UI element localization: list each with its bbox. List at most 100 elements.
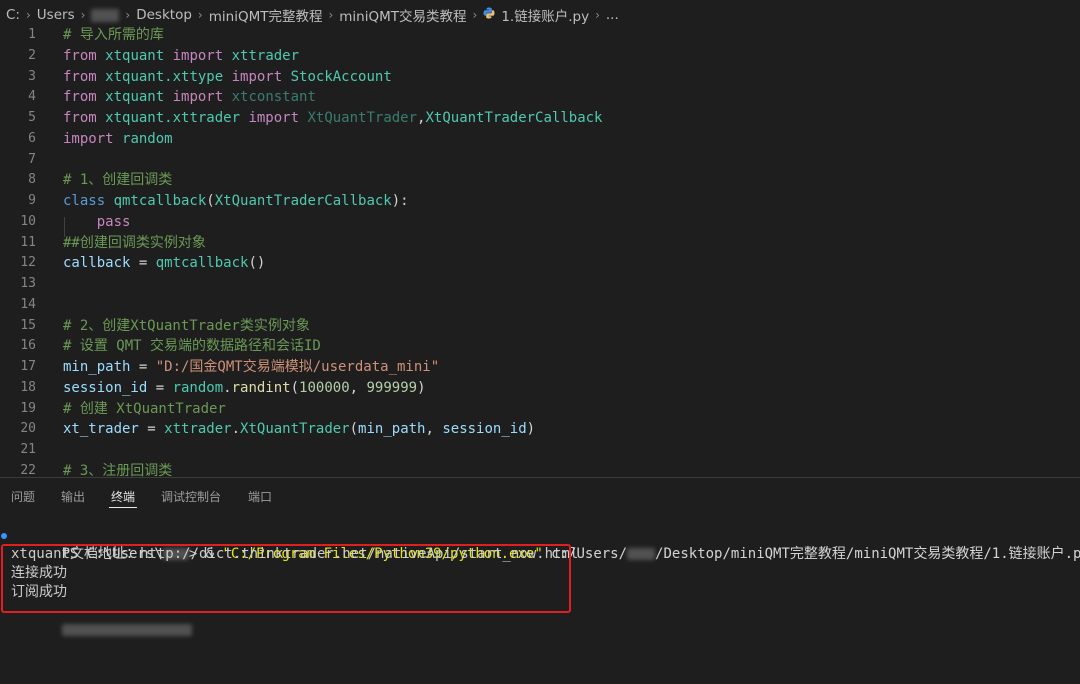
line-number: 9 bbox=[28, 193, 36, 208]
panel-tabs: 问题 输出 终端 调试控制台 端口 bbox=[0, 478, 1080, 512]
code-text: # 设置 QMT 交易端的数据路径和会话ID bbox=[63, 336, 321, 357]
code-line: 15 # 2、创建XtQuantTrader类实例对象 bbox=[0, 316, 1080, 337]
code-token: . bbox=[223, 379, 232, 396]
code-token: import bbox=[172, 89, 232, 106]
chevron-right-icon: › bbox=[472, 8, 478, 22]
code-line: 8 # 1、创建回调类 bbox=[0, 170, 1080, 191]
line-number: 12 bbox=[20, 255, 36, 271]
code-token: from bbox=[63, 89, 106, 106]
tab-output[interactable]: 输出 bbox=[61, 488, 85, 505]
breadcrumb-users[interactable]: Users bbox=[37, 7, 75, 23]
code-text: xt_trader = xttrader.XtQuantTrader(min_p… bbox=[63, 419, 535, 440]
code-token: import bbox=[172, 47, 232, 64]
code-line: 20 xt_trader = xttrader.XtQuantTrader(min… bbox=[0, 419, 1080, 440]
code-token: class bbox=[63, 193, 114, 209]
code-token: # 3、注册回调类 bbox=[63, 462, 173, 477]
line-number: 4 bbox=[28, 89, 36, 105]
code-line: 3 from xtquant.xttype import StockAccount bbox=[0, 67, 1080, 88]
line-number: 2 bbox=[28, 47, 36, 63]
code-editor[interactable]: 1 # 导入所需的库 2 from xtquant import xttrader 3 f… bbox=[0, 25, 1080, 477]
line-number: 20 bbox=[20, 421, 36, 437]
code-text: min_path = "D:/国金QMT交易端模拟/userdata_mini" bbox=[63, 357, 439, 378]
code-line: 4 from xtquant import xtconstant bbox=[0, 87, 1080, 108]
code-token: import bbox=[63, 130, 123, 147]
code-line: 17 min_path = "D:/国金QMT交易端模拟/userdata_min… bbox=[0, 357, 1080, 378]
breadcrumb-drive[interactable]: C: bbox=[6, 7, 20, 23]
code-token: from bbox=[63, 68, 106, 85]
code-token: ##创建回调类实例对象 bbox=[63, 234, 206, 251]
line-number: 18 bbox=[20, 379, 36, 395]
code-token: ) bbox=[526, 421, 536, 438]
code-line: 1 # 导入所需的库 bbox=[0, 25, 1080, 46]
code-token: qmtcallback bbox=[113, 193, 207, 209]
code-text: from xtquant import xtconstant bbox=[63, 87, 316, 108]
redacted-prompt bbox=[61, 624, 192, 636]
line-number: 15 bbox=[20, 317, 36, 333]
code-text: from xtquant.xttype import StockAccount bbox=[63, 67, 392, 88]
code-token: = bbox=[138, 359, 156, 375]
breadcrumb-folder-tutorial[interactable]: miniQMT完整教程 bbox=[209, 5, 323, 25]
breadcrumb-desktop[interactable]: Desktop bbox=[136, 7, 192, 23]
line-number: 11 bbox=[20, 234, 36, 250]
code-token: ): bbox=[391, 193, 409, 209]
code-text: callback = qmtcallback() bbox=[63, 253, 265, 274]
code-token: pass bbox=[63, 213, 131, 230]
code-token: qmtcallback bbox=[155, 255, 249, 272]
code-line: 2 from xtquant import xttrader bbox=[0, 46, 1080, 67]
code-token: ) bbox=[417, 379, 426, 396]
python-file-icon bbox=[483, 7, 495, 23]
tab-problems[interactable]: 问题 bbox=[11, 488, 35, 505]
breadcrumb-symbol[interactable]: ... bbox=[606, 7, 619, 23]
tab-ports[interactable]: 端口 bbox=[248, 488, 272, 505]
code-token: import bbox=[231, 68, 291, 85]
code-line: 22 # 3、注册回调类 bbox=[0, 461, 1080, 477]
code-line: 9 class qmtcallback(XtQuantTraderCallback… bbox=[0, 191, 1080, 212]
code-token: xttrader bbox=[231, 47, 300, 64]
tab-debug-console[interactable]: 调试控制台 bbox=[161, 488, 221, 505]
breadcrumb-file[interactable]: 1.链接账户.py bbox=[501, 5, 589, 25]
code-line: 5 from xtquant.xttrader import XtQuantTra… bbox=[0, 108, 1080, 129]
code-line: 11 ##创建回调类实例对象 bbox=[0, 233, 1080, 254]
code-token: min_path bbox=[63, 359, 139, 375]
code-token: randint bbox=[231, 379, 291, 396]
breadcrumb-folder-trading[interactable]: miniQMT交易类教程 bbox=[339, 5, 466, 25]
code-token: # 导入所需的库 bbox=[63, 27, 164, 43]
code-token: xt_trader bbox=[63, 421, 148, 438]
code-text: pass bbox=[63, 212, 131, 233]
tab-terminal[interactable]: 终端 bbox=[111, 488, 135, 505]
code-text: class qmtcallback(XtQuantTraderCallback)… bbox=[63, 191, 409, 212]
line-number: 13 bbox=[20, 276, 36, 291]
chevron-right-icon: › bbox=[125, 8, 131, 22]
active-tab-indicator bbox=[109, 507, 137, 508]
code-token: session_id bbox=[442, 421, 527, 438]
code-text: # 创建 XtQuantTrader bbox=[63, 399, 226, 420]
redacted-username bbox=[627, 548, 656, 560]
chevron-right-icon: › bbox=[328, 8, 334, 22]
chevron-right-icon: › bbox=[25, 8, 31, 22]
code-token: xtquant.xttype bbox=[105, 68, 232, 85]
line-number: 22 bbox=[20, 462, 36, 477]
code-text: # 导入所需的库 bbox=[63, 25, 164, 46]
code-token: # 1、创建回调类 bbox=[63, 172, 173, 189]
line-number: 16 bbox=[20, 338, 36, 354]
redacted-username bbox=[91, 8, 120, 22]
code-line: 13 bbox=[0, 274, 1080, 295]
code-token: xtquant bbox=[105, 89, 173, 106]
line-number: 8 bbox=[28, 172, 36, 188]
code-token: # 创建 XtQuantTrader bbox=[63, 400, 226, 417]
code-token: () bbox=[248, 255, 266, 272]
code-token: XtQuantTraderCallback bbox=[425, 110, 603, 126]
code-token: = bbox=[155, 379, 173, 396]
code-line: 18 session_id = random.randint(100000, 99… bbox=[0, 378, 1080, 399]
code-token: 100000 bbox=[299, 379, 350, 396]
line-number: 19 bbox=[20, 400, 36, 416]
code-text: import random bbox=[63, 129, 173, 150]
code-line: 21 bbox=[0, 440, 1080, 461]
code-token: , bbox=[425, 421, 443, 438]
code-token: callback bbox=[63, 255, 139, 272]
code-line: 10 pass bbox=[0, 212, 1080, 233]
code-token: XtQuantTrader bbox=[307, 110, 418, 126]
code-token: XtQuantTrader bbox=[240, 421, 350, 438]
code-token: 999999 bbox=[366, 379, 418, 396]
command-decoration-icon[interactable] bbox=[1, 533, 7, 539]
